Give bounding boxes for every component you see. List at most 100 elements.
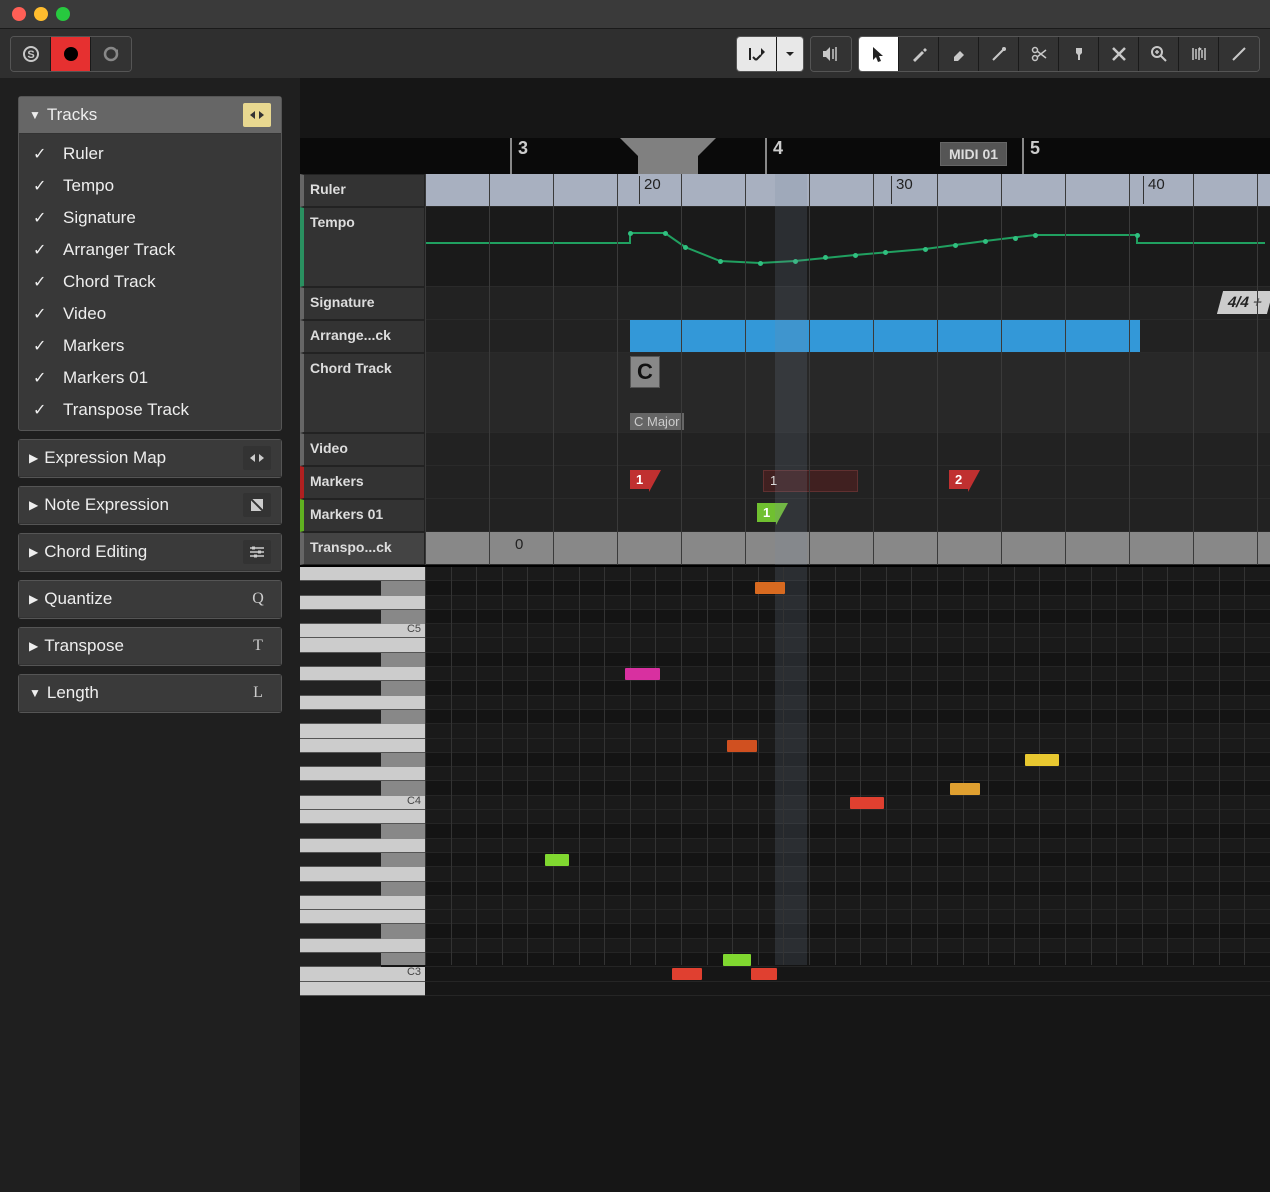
tempo-point[interactable]	[663, 231, 668, 236]
piano-key[interactable]	[300, 567, 425, 581]
tempo-point[interactable]	[628, 231, 633, 236]
piano-key[interactable]	[300, 939, 425, 953]
piano-key[interactable]	[300, 667, 425, 681]
arranger-track-header[interactable]: Arrange...ck	[300, 320, 425, 353]
draw-tool[interactable]	[899, 37, 939, 71]
signature-track-header[interactable]: Signature	[300, 287, 425, 320]
piano-key[interactable]	[300, 810, 425, 824]
clip-name-label[interactable]: MIDI 01	[940, 142, 1007, 166]
tempo-point[interactable]	[853, 253, 858, 258]
tempo-point[interactable]	[1135, 233, 1140, 238]
piano-key[interactable]	[300, 638, 425, 652]
transpose-lane[interactable]: 0	[425, 532, 1270, 565]
piano-key[interactable]	[300, 767, 425, 781]
track-visibility-item[interactable]: ✓Tempo	[19, 170, 281, 202]
tempo-track-header[interactable]: Tempo	[300, 207, 425, 287]
zoom-tool[interactable]	[1139, 37, 1179, 71]
piano-key[interactable]	[300, 581, 381, 595]
piano-key[interactable]	[300, 953, 381, 967]
piano-key[interactable]	[300, 753, 381, 767]
solo-button[interactable]: S	[11, 37, 51, 71]
markers01-track-header[interactable]: Markers 01	[300, 499, 425, 532]
midi-note[interactable]	[727, 740, 757, 752]
video-lane[interactable]	[425, 433, 1270, 466]
piano-key[interactable]	[300, 824, 381, 838]
piano-key[interactable]	[300, 867, 425, 881]
piano-key[interactable]	[300, 982, 425, 996]
piano-key[interactable]	[300, 882, 381, 896]
tempo-point[interactable]	[823, 255, 828, 260]
transpose-track-header[interactable]: Transpo...ck	[300, 532, 425, 565]
note-grid[interactable]	[425, 567, 1270, 965]
video-track-header[interactable]: Video	[300, 433, 425, 466]
select-tool[interactable]	[859, 37, 899, 71]
track-visibility-item[interactable]: ✓Markers 01	[19, 362, 281, 394]
piano-key[interactable]	[300, 739, 425, 753]
track-visibility-item[interactable]: ✓Signature	[19, 202, 281, 234]
tracks-panel-header[interactable]: ▼Tracks	[19, 97, 281, 134]
tempo-point[interactable]	[793, 259, 798, 264]
scissors-tool[interactable]	[1019, 37, 1059, 71]
line-tool[interactable]	[1219, 37, 1259, 71]
midi-note[interactable]	[755, 582, 785, 594]
section-header[interactable]: ▶Chord Editing	[19, 534, 281, 571]
tempo-point[interactable]	[683, 245, 688, 250]
tempo-point[interactable]	[1013, 236, 1018, 241]
track-visibility-item[interactable]: ✓Video	[19, 298, 281, 330]
piano-key[interactable]	[300, 724, 425, 738]
bypass-icon[interactable]	[243, 103, 271, 127]
signature-lane[interactable]: 4/4 +	[425, 287, 1270, 320]
piano-key[interactable]	[300, 924, 381, 938]
section-header[interactable]: ▶Expression Map	[19, 440, 281, 477]
piano-keyboard[interactable]: C5C4C3	[300, 567, 425, 965]
midi-note[interactable]	[723, 954, 751, 966]
mute-tool[interactable]	[1099, 37, 1139, 71]
ruler-lane[interactable]: 203040	[425, 174, 1270, 207]
arranger-lane[interactable]	[425, 320, 1270, 353]
bypass-icon[interactable]	[243, 446, 271, 470]
snap-button[interactable]	[737, 37, 777, 71]
marker[interactable]: 2	[949, 470, 968, 489]
piano-key[interactable]	[300, 610, 381, 624]
piano-key[interactable]	[300, 710, 381, 724]
midi-note[interactable]	[1025, 754, 1059, 766]
snap-menu-button[interactable]	[777, 37, 803, 71]
tempo-point[interactable]	[923, 247, 928, 252]
piano-key[interactable]	[300, 781, 381, 795]
midi-note[interactable]	[672, 968, 702, 980]
note-expression-icon[interactable]	[243, 493, 271, 517]
section-header[interactable]: ▶QuantizeQ	[19, 581, 281, 618]
section-header[interactable]: ▼LengthL	[19, 675, 281, 712]
tempo-point[interactable]	[1033, 233, 1038, 238]
arranger-block[interactable]	[630, 320, 1140, 352]
track-visibility-item[interactable]: ✓Ruler	[19, 138, 281, 170]
midi-note[interactable]	[545, 854, 569, 866]
track-visibility-item[interactable]: ✓Markers	[19, 330, 281, 362]
piano-key[interactable]	[300, 596, 425, 610]
midi-note[interactable]	[751, 968, 777, 980]
markers-lane[interactable]: 112	[425, 466, 1270, 499]
chord-lane[interactable]: C C Major	[425, 353, 1270, 433]
tempo-point[interactable]	[883, 250, 888, 255]
markers-track-header[interactable]: Markers	[300, 466, 425, 499]
signature-flag[interactable]: 4/4 +	[1217, 291, 1270, 314]
piano-key[interactable]	[300, 681, 381, 695]
tempo-point[interactable]	[953, 243, 958, 248]
marker[interactable]: 1	[757, 503, 776, 522]
track-visibility-item[interactable]: ✓Arranger Track	[19, 234, 281, 266]
track-visibility-item[interactable]: ✓Chord Track	[19, 266, 281, 298]
section-header[interactable]: ▶TransposeT	[19, 628, 281, 665]
piano-key[interactable]: C5	[300, 624, 425, 638]
piano-key[interactable]	[300, 839, 425, 853]
record-button[interactable]	[51, 37, 91, 71]
ruler-track-header[interactable]: Ruler	[300, 174, 425, 207]
close-button[interactable]	[12, 7, 26, 21]
loop-button[interactable]	[91, 37, 131, 71]
sliders-icon[interactable]	[243, 540, 271, 564]
piano-key[interactable]	[300, 696, 425, 710]
piano-key[interactable]	[300, 896, 425, 910]
piano-key[interactable]: C4	[300, 796, 425, 810]
piano-key[interactable]	[300, 910, 425, 924]
erase-tool[interactable]	[939, 37, 979, 71]
chord-event[interactable]: C	[630, 356, 660, 388]
